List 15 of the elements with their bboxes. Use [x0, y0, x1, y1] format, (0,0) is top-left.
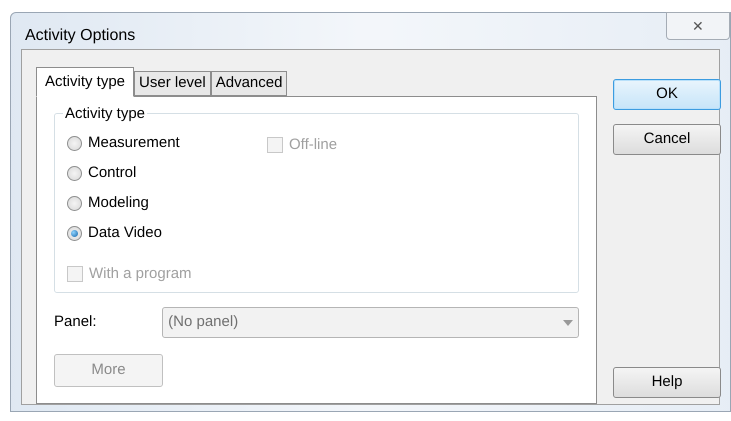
checkbox-label: Off-line: [289, 135, 338, 155]
tab[interactable]: Advanced: [210, 71, 288, 96]
radio-label: Data Video: [88, 224, 162, 242]
radio-label: Modeling: [88, 194, 149, 212]
tab[interactable]: Activity type: [36, 67, 134, 97]
window-title: Activity Options: [25, 26, 136, 46]
panel-label: Panel:: [54, 312, 98, 332]
checkbox-label: With a program: [89, 265, 192, 283]
help-button[interactable]: Help: [613, 367, 721, 398]
dialog-button[interactable]: Cancel: [613, 124, 721, 155]
dialog-button[interactable]: OK: [613, 79, 721, 110]
radio-label: Measurement: [88, 134, 180, 152]
tab[interactable]: User level: [134, 71, 211, 96]
radio-label: Control: [88, 164, 136, 182]
close-button[interactable]: ✕: [666, 12, 730, 40]
